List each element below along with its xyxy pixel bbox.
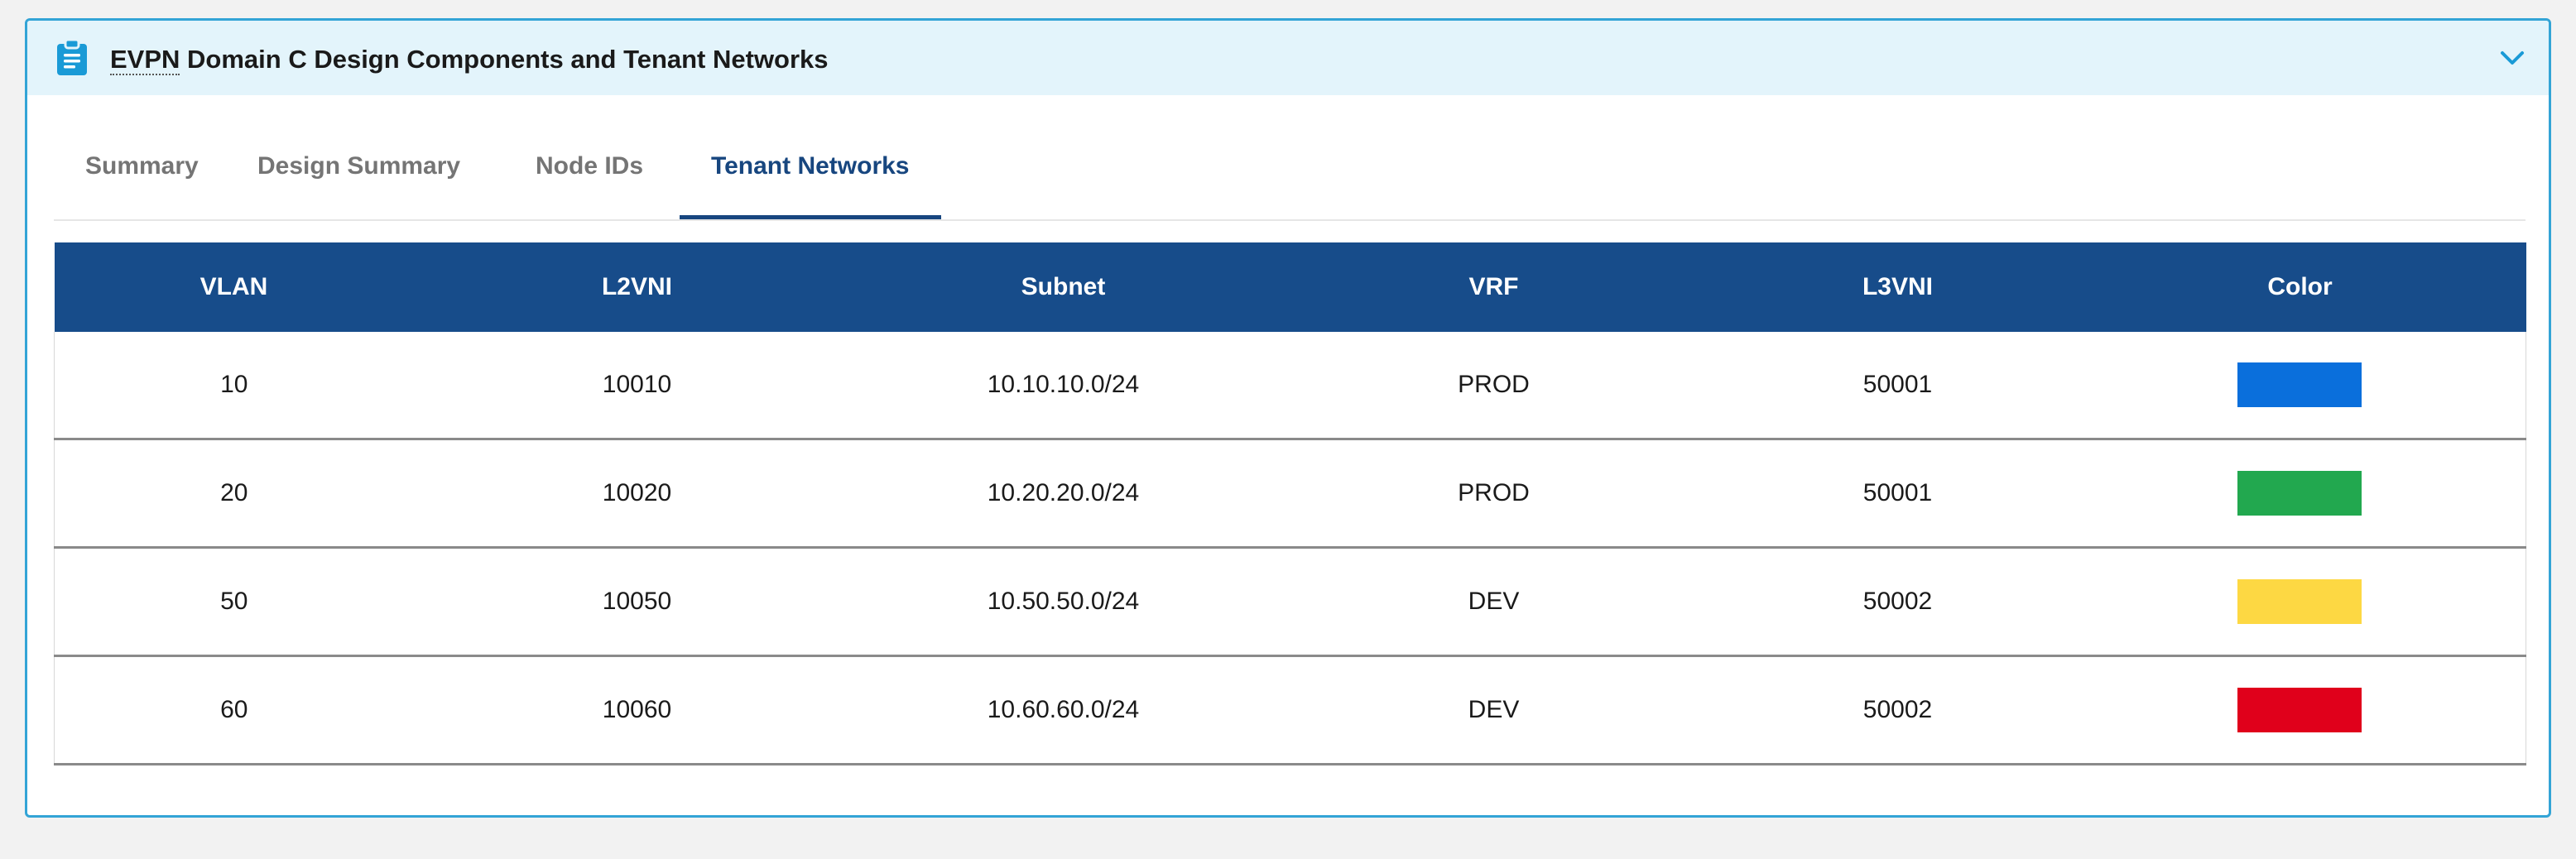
tab-design-summary[interactable]: Design Summary [226,133,492,219]
column-header-vlan[interactable]: VLAN [54,242,414,332]
table-row: 10 10010 10.10.10.0/24 PROD 50001 [54,332,2526,440]
color-swatch [2237,471,2362,516]
tenant-networks-table: VLAN L2VNI Subnet VRF L3VNI Color 10 100… [54,242,2526,765]
l2vni-cell: 10050 [413,547,861,657]
tab-bar: Summary Design Summary Node IDs Tenant N… [54,133,2526,221]
subnet-cell: 10.50.50.0/24 [860,547,1266,657]
tab-tenant-networks[interactable]: Tenant Networks [680,133,941,219]
vrf-cell: DEV [1266,547,1722,657]
vrf-cell: PROD [1266,439,1722,549]
table-row: 60 10060 10.60.60.0/24 DEV 50002 [54,655,2526,765]
subnet-cell: 10.60.60.0/24 [860,655,1266,765]
tab-node-ids[interactable]: Node IDs [504,133,675,219]
color-cell [2074,655,2526,765]
l2vni-cell: 10060 [413,655,861,765]
evpn-abbreviation[interactable]: EVPN [110,45,180,75]
l3vni-cell: 50001 [1721,332,2074,440]
vlan-cell: 20 [54,439,414,549]
table-header-row: VLAN L2VNI Subnet VRF L3VNI Color [54,242,2526,332]
panel-title: EVPN Domain C Design Components and Tena… [110,44,829,75]
design-panel: EVPN Domain C Design Components and Tena… [25,18,2551,818]
l3vni-cell: 50002 [1721,547,2074,657]
vrf-cell: PROD [1266,332,1722,440]
chevron-down-icon[interactable] [2497,46,2527,70]
column-header-color[interactable]: Color [2074,242,2526,332]
vlan-cell: 10 [54,332,414,440]
column-header-vrf[interactable]: VRF [1266,242,1722,332]
l3vni-cell: 50002 [1721,655,2074,765]
tab-summary[interactable]: Summary [54,133,230,219]
table-row: 20 10020 10.20.20.0/24 PROD 50001 [54,439,2526,549]
color-swatch [2237,579,2362,624]
table-row: 50 10050 10.50.50.0/24 DEV 50002 [54,547,2526,657]
vrf-cell: DEV [1266,655,1722,765]
column-header-subnet[interactable]: Subnet [860,242,1266,332]
subnet-cell: 10.10.10.0/24 [860,332,1266,440]
vlan-cell: 60 [54,655,414,765]
color-cell [2074,439,2526,549]
color-cell [2074,332,2526,440]
vlan-cell: 50 [54,547,414,657]
l2vni-cell: 10010 [413,332,861,440]
l2vni-cell: 10020 [413,439,861,549]
color-cell [2074,547,2526,657]
column-header-l3vni[interactable]: L3VNI [1721,242,2074,332]
l3vni-cell: 50001 [1721,439,2074,549]
clipboard-icon [57,39,87,75]
subnet-cell: 10.20.20.0/24 [860,439,1266,549]
panel-header[interactable]: EVPN Domain C Design Components and Tena… [27,21,2549,95]
color-swatch [2237,688,2362,732]
column-header-l2vni[interactable]: L2VNI [413,242,861,332]
panel-title-text: Domain C Design Components and Tenant Ne… [180,45,829,74]
color-swatch [2237,362,2362,407]
